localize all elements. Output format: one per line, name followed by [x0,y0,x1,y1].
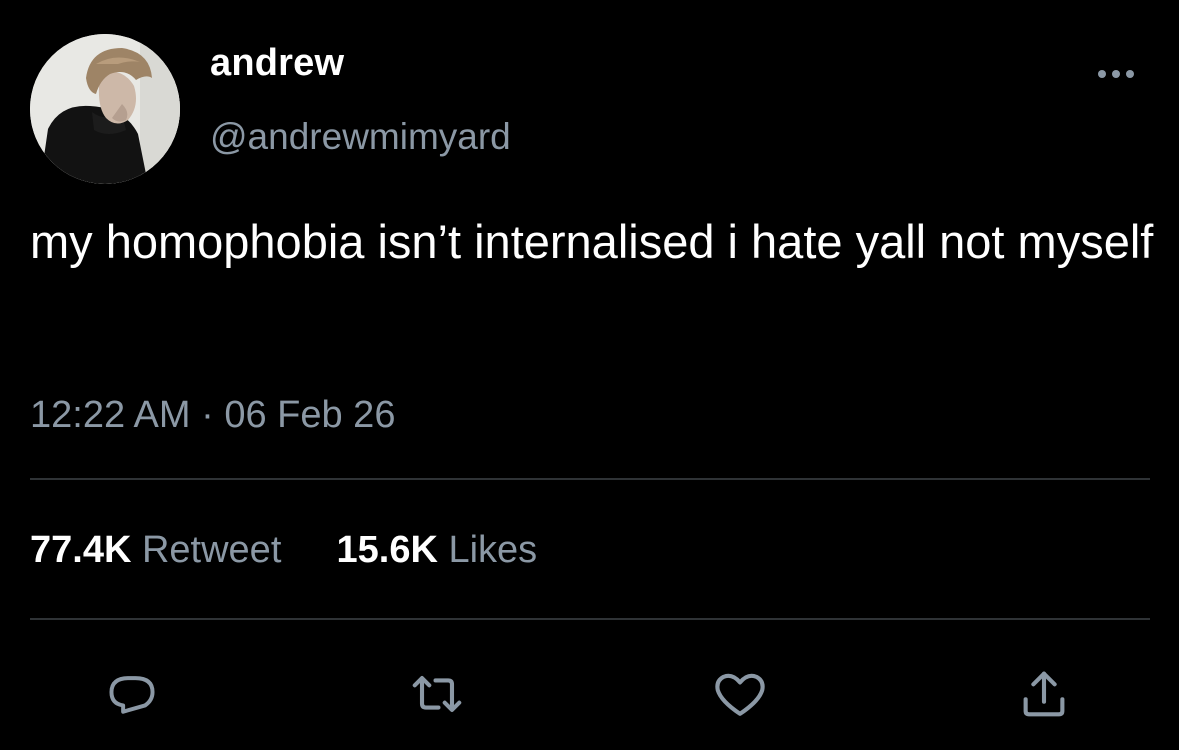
likes-label: Likes [448,529,538,571]
user-handle[interactable]: @andrewmimyard [210,112,511,162]
more-horizontal-icon [1098,70,1134,78]
display-name[interactable]: andrew [210,38,344,88]
divider [30,478,1150,480]
share-button[interactable] [1012,662,1076,726]
avatar-image [30,34,180,184]
more-options-button[interactable] [1094,64,1138,84]
tweet-timestamp[interactable]: 12:22 AM · 06 Feb 26 [30,390,395,440]
avatar[interactable] [30,34,180,184]
share-icon [1023,671,1065,717]
retweets-label: Retweet [141,529,282,571]
retweets-count: 77.4K [30,529,132,571]
engagement-stats: 77.4K Retweet 15.6K Likes [30,525,537,575]
tweet-card: andrew @andrewmimyard my homophobia isn’… [0,0,1179,750]
retweet-icon [412,675,462,713]
likes-stat[interactable]: 15.6K Likes [337,529,538,571]
heart-icon [715,673,765,716]
reply-button[interactable] [100,662,164,726]
tweet-text: my homophobia isn’t internalised i hate … [30,215,1154,268]
divider [30,618,1150,620]
likes-count: 15.6K [336,529,438,571]
retweet-button[interactable] [405,662,469,726]
retweets-stat[interactable]: 77.4K Retweet [30,529,292,571]
reply-icon [109,676,155,714]
like-button[interactable] [708,662,772,726]
